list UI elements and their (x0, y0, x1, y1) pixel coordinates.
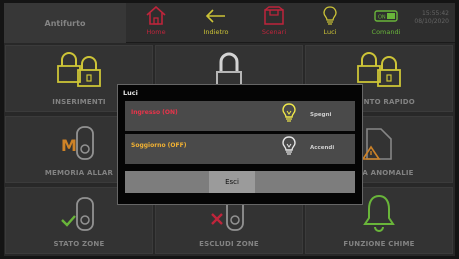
light-toggle-button[interactable]: Accendi (310, 145, 334, 151)
light-row-soggiorno[interactable]: Soggiorno (OFF) Accendi (125, 134, 355, 164)
exit-button[interactable]: Esci (209, 171, 255, 193)
lights-dialog: Luci Ingresso (ON) Spegni Soggiorno (OFF… (117, 84, 363, 205)
screen: Antifurto Home Indietro Scenari Luci ON … (4, 3, 455, 256)
light-toggle-button[interactable]: Spegni (310, 112, 331, 118)
exit-bar: Esci (125, 171, 355, 193)
dialog-title: Luci (123, 89, 138, 97)
light-row-ingresso[interactable]: Ingresso (ON) Spegni (125, 101, 355, 131)
lightbulb-off-icon (281, 136, 297, 162)
exit-label: Esci (225, 178, 239, 186)
lightbulb-on-icon (281, 103, 297, 129)
light-name: Soggiorno (OFF) (131, 142, 187, 149)
light-name: Ingresso (ON) (131, 109, 178, 116)
